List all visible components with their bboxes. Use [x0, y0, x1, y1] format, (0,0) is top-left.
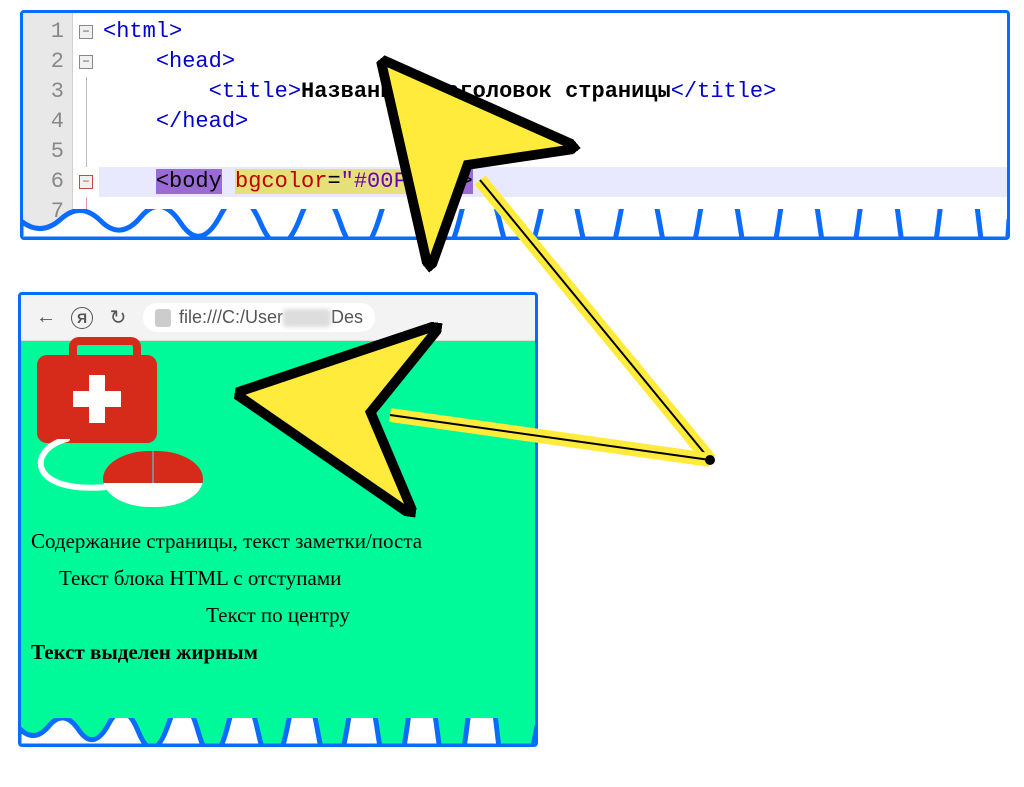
fold-guide-line: [86, 137, 87, 167]
line-number: 4: [23, 107, 64, 137]
page-paragraph: Содержание страницы, текст заметки/поста: [31, 529, 525, 554]
torn-edge-decoration: [21, 209, 1009, 239]
code-line[interactable]: <head>: [99, 47, 1007, 77]
medkit-icon: [37, 355, 157, 443]
code-line[interactable]: <title>Название, заголовок страницы</tit…: [99, 77, 1007, 107]
code-editor-panel: 1 2 3 4 5 6 7 − − − <html> <head> <title…: [20, 10, 1010, 240]
back-icon[interactable]: ←: [35, 307, 57, 329]
code-line-current[interactable]: <body bgcolor="#00FA9A">: [99, 167, 1007, 197]
browser-toolbar: ← Я ↻ file:///C:/UserDes: [21, 295, 535, 341]
url-text: file:///C:/UserDes: [179, 307, 363, 328]
code-line[interactable]: <html>: [99, 17, 1007, 47]
yandex-icon[interactable]: Я: [71, 307, 93, 329]
code-editor-body: 1 2 3 4 5 6 7 − − − <html> <head> <title…: [23, 13, 1007, 237]
fold-gutter: − − −: [73, 13, 99, 237]
page-paragraph: Текст блока HTML с отступами: [31, 566, 525, 591]
line-number: 2: [23, 47, 64, 77]
line-number: 3: [23, 77, 64, 107]
fold-toggle-icon[interactable]: −: [79, 175, 93, 189]
address-bar[interactable]: file:///C:/UserDes: [143, 303, 375, 332]
code-line[interactable]: [99, 137, 1007, 167]
fold-guide-line: [86, 77, 87, 107]
fold-toggle-icon[interactable]: −: [79, 25, 93, 39]
line-number-gutter: 1 2 3 4 5 6 7: [23, 13, 73, 237]
torn-edge-decoration: [19, 718, 537, 746]
rendered-page: Содержание страницы, текст заметки/поста…: [21, 341, 535, 687]
line-number: 1: [23, 17, 64, 47]
page-paragraph-bold: Текст выделен жирным: [31, 640, 525, 665]
line-number: 6: [23, 167, 64, 197]
page-icon: [155, 309, 171, 327]
mouse-icon: [103, 451, 203, 507]
fold-guide-line: [86, 107, 87, 137]
url-blur: [283, 309, 331, 327]
line-number: 5: [23, 137, 64, 167]
code-area[interactable]: <html> <head> <title>Название, заголовок…: [99, 13, 1007, 237]
code-line[interactable]: </head>: [99, 107, 1007, 137]
fold-toggle-icon[interactable]: −: [79, 55, 93, 69]
page-logo-image: [31, 347, 211, 517]
reload-icon[interactable]: ↻: [107, 307, 129, 329]
page-paragraph: Текст по центру: [31, 603, 525, 628]
browser-preview-panel: ← Я ↻ file:///C:/UserDes Содержание стра…: [18, 292, 538, 747]
